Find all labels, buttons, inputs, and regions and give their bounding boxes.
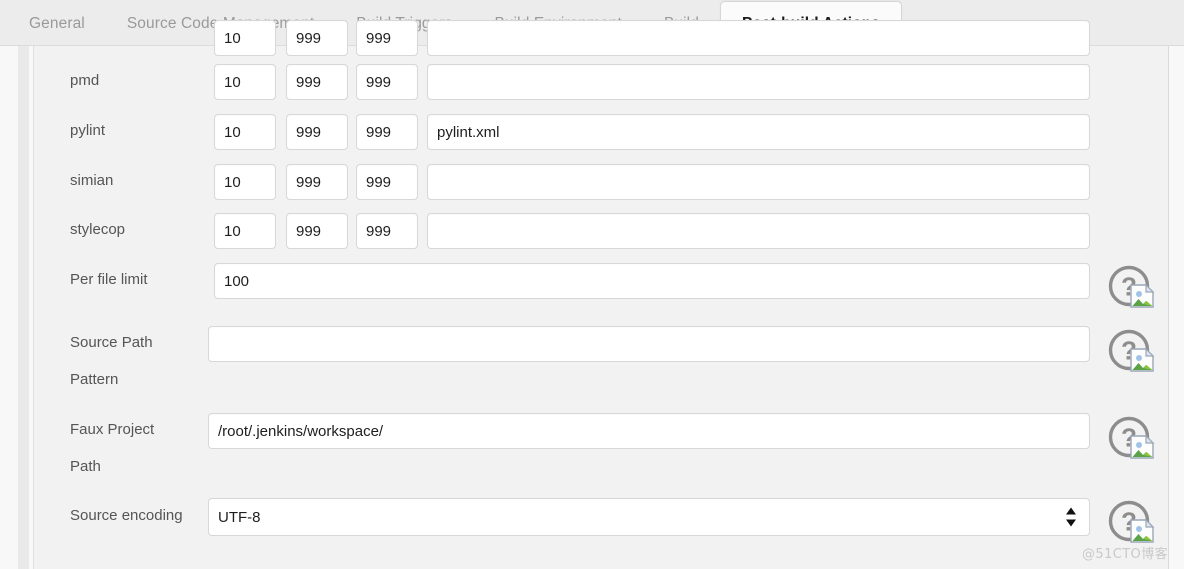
simian-high-input[interactable]: [286, 164, 348, 200]
per-file-limit-input[interactable]: [214, 263, 1090, 299]
stylecop-high-input[interactable]: [286, 213, 348, 249]
pmd-low-input[interactable]: [356, 64, 418, 100]
help-icon-per-file-limit[interactable]: ?: [1107, 264, 1155, 310]
source-encoding-select[interactable]: UTF-8: [208, 498, 1090, 536]
simian-low-input[interactable]: [356, 164, 418, 200]
broken-image-icon: [1130, 283, 1155, 308]
pylint-high-input[interactable]: [286, 114, 348, 150]
row-label-pmd: pmd: [70, 72, 100, 89]
stylecop-pattern-input[interactable]: [427, 213, 1090, 249]
pylint-threshold-input[interactable]: [214, 114, 276, 150]
broken-image-icon: [1130, 347, 1155, 372]
watermark: @51CTO博客: [1082, 547, 1168, 562]
row-label-stylecop: stylecop: [70, 221, 126, 238]
partial-threshold-input[interactable]: [214, 20, 276, 56]
broken-image-icon: [1130, 518, 1155, 543]
help-icon-source-path-pattern[interactable]: ?: [1107, 328, 1155, 374]
pmd-pattern-input[interactable]: [427, 64, 1090, 100]
faux-project-path-label: Faux Project: [70, 421, 155, 438]
partial-pattern-input[interactable]: [427, 20, 1090, 56]
post-build-actions-panel: pmd pylint simian stylecop: [0, 20, 1184, 569]
source-path-pattern-label-cont: Pattern: [70, 371, 119, 388]
pylint-pattern-input[interactable]: [427, 114, 1090, 150]
form-body: pmd pylint simian stylecop: [34, 20, 1168, 569]
panel-right-border: [1168, 46, 1169, 569]
source-encoding-label: Source encoding: [70, 507, 183, 524]
broken-image-icon: [1130, 434, 1155, 459]
stylecop-threshold-input[interactable]: [214, 213, 276, 249]
row-label-pylint: pylint: [70, 122, 106, 139]
source-path-pattern-input[interactable]: [208, 326, 1090, 362]
source-path-pattern-label: Source Path: [70, 334, 153, 351]
pmd-threshold-input[interactable]: [214, 64, 276, 100]
pylint-low-input[interactable]: [356, 114, 418, 150]
partial-low-input[interactable]: [356, 20, 418, 56]
stylecop-low-input[interactable]: [356, 213, 418, 249]
simian-threshold-input[interactable]: [214, 164, 276, 200]
help-icon-faux-project-path[interactable]: ?: [1107, 415, 1155, 461]
row-label-simian: simian: [70, 172, 114, 189]
simian-pattern-input[interactable]: [427, 164, 1090, 200]
per-file-limit-label: Per file limit: [70, 271, 148, 288]
tab-general[interactable]: General: [8, 1, 106, 46]
help-icon-source-encoding[interactable]: ?: [1107, 499, 1155, 545]
left-scroll-rail[interactable]: [18, 46, 29, 569]
faux-project-path-label-cont: Path: [70, 458, 101, 475]
pmd-high-input[interactable]: [286, 64, 348, 100]
faux-project-path-input[interactable]: [208, 413, 1090, 449]
partial-high-input[interactable]: [286, 20, 348, 56]
